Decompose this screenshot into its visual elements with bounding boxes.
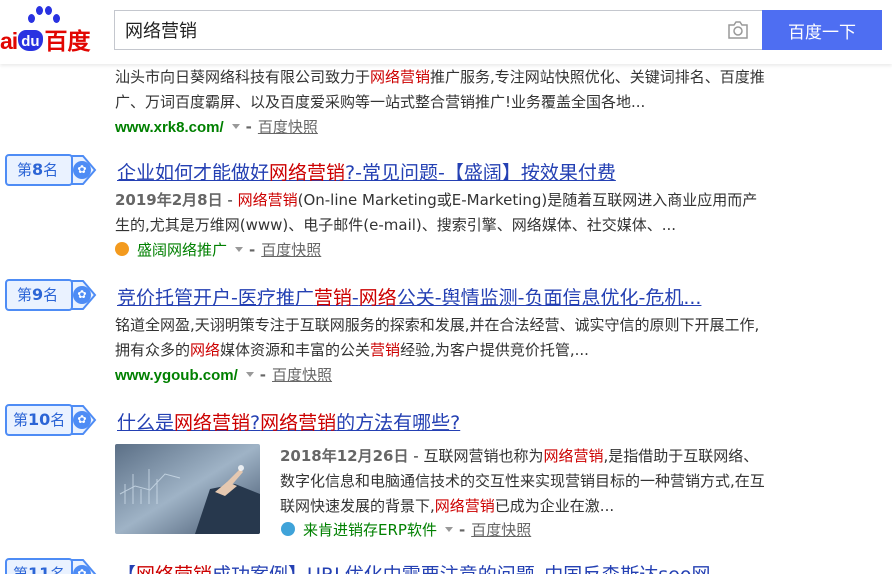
result-url[interactable]: www.ygoub.com/ (115, 367, 238, 384)
search-input[interactable] (115, 11, 715, 49)
logo-du-badge: du (18, 30, 43, 51)
chevron-down-icon[interactable] (235, 247, 244, 252)
paw-icon: ✿ (73, 161, 91, 179)
result-title-link[interactable]: 【网络营销成功案例】URL优化中需要注意的问题_中国反森斯达seo网 (117, 560, 710, 574)
result-site-name[interactable]: 盛阔网络推广 (137, 241, 227, 259)
baidu-logo[interactable]: ai du 百度 (0, 6, 104, 54)
rank-label: 第8名 (17, 160, 59, 179)
result-abstract: 铭道全网盈,天诩明策专注于互联网服务的探索和发展,并在合法经营、诚实守信的原则下… (115, 316, 760, 359)
camera-icon[interactable] (727, 21, 749, 39)
rank-badge: 第10名 ✿ (5, 404, 97, 436)
paw-icon: ✿ (73, 286, 91, 304)
rank-label: 第11名 (13, 564, 66, 574)
result-thumbnail[interactable] (115, 444, 260, 534)
result-title-link[interactable]: 企业如何才能做好网络营销?-常见问题-【盛阔】按效果付费 (117, 158, 616, 185)
cache-link[interactable]: 百度快照 (258, 118, 318, 136)
rank-label: 第10名 (13, 410, 66, 429)
business-hand-image (115, 444, 260, 534)
search-button[interactable]: 百度一下 (762, 10, 882, 50)
result-url[interactable]: www.xrk8.com/ (115, 119, 224, 136)
chevron-down-icon[interactable] (231, 124, 240, 129)
rank-label: 第9名 (17, 285, 59, 304)
result-title-link[interactable]: 什么是网络营销?网络营销的方法有哪些? (117, 408, 460, 435)
result-meta: 来肯进销存ERP软件 - 百度快照 (281, 519, 531, 540)
result-site-name[interactable]: 来肯进销存ERP软件 (303, 521, 437, 539)
cache-link[interactable]: 百度快照 (261, 241, 321, 259)
search-header: aidu百度 百度一下 (0, 0, 892, 64)
cache-link[interactable]: 百度快照 (272, 366, 332, 384)
logo-chinese: 百度 (44, 28, 91, 54)
search-results: 汕头市向日葵网络科技有限公司致力于网络营销推广服务,专注网站快照优化、关键词排名… (0, 0, 892, 574)
site-logo-icon (281, 522, 295, 536)
rank-badge: 第9名 ✿ (5, 279, 97, 311)
result-meta: www.ygoub.com/- 百度快照 (115, 366, 333, 384)
chevron-down-icon[interactable] (444, 527, 453, 532)
result-meta: www.xrk8.com/- 百度快照 (115, 118, 318, 136)
logo-text: ai (0, 28, 18, 54)
result-title-link[interactable]: 竞价托管开户-医疗推广营销-网络公关-舆情监测-负面信息优化-危机... (117, 283, 701, 310)
result-date: 2018年12月26日 (280, 447, 409, 465)
rank-badge: 第8名 ✿ (5, 154, 97, 186)
result-meta: 盛阔网络推广 - 百度快照 (115, 239, 321, 260)
chevron-down-icon[interactable] (245, 372, 254, 377)
result-abstract: 2018年12月26日 - 互联网营销也称为网络营销,是指借助于互联网络、数字化… (280, 447, 765, 515)
rank-badge: 第11名 ✿ (5, 558, 97, 574)
site-logo-icon (115, 242, 129, 256)
result-date: 2019年2月8日 (115, 191, 223, 209)
search-box (114, 10, 762, 50)
result-abstract: 2019年2月8日 - 网络营销(On-line Marketing或E-Mar… (115, 191, 758, 234)
result-abstract: 汕头市向日葵网络科技有限公司致力于网络营销推广服务,专注网站快照优化、关键词排名… (115, 68, 765, 111)
paw-icon: ✿ (73, 411, 91, 429)
cache-link[interactable]: 百度快照 (471, 521, 531, 539)
